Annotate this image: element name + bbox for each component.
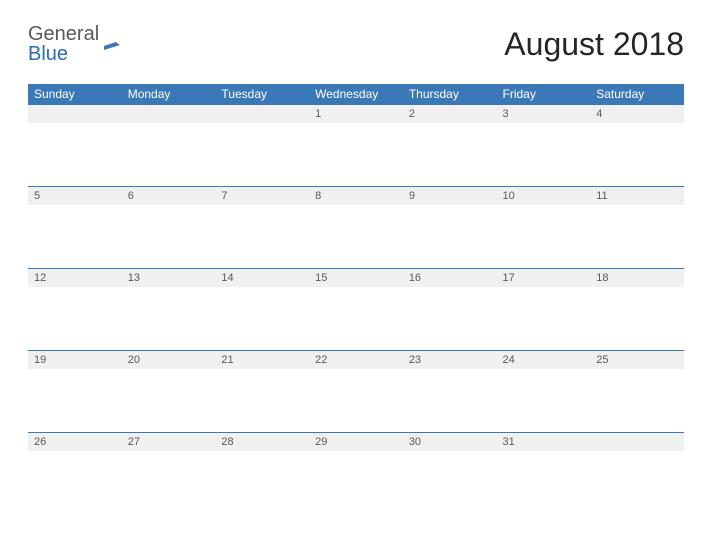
day-number: 27 [122,432,216,451]
day-number: 3 [497,104,591,123]
day-number: 11 [590,186,684,205]
day-cell: . [28,104,122,186]
day-cell: 18 [590,268,684,350]
day-cell: 28 [215,432,309,514]
day-number: 29 [309,432,403,451]
day-number: 17 [497,268,591,287]
day-cell: 20 [122,350,216,432]
day-cell: 10 [497,186,591,268]
day-number: 20 [122,350,216,369]
day-cell: 8 [309,186,403,268]
day-number: 26 [28,432,122,451]
day-number: 19 [28,350,122,369]
day-cell: 21 [215,350,309,432]
day-number: 5 [28,186,122,205]
day-number: 1 [309,104,403,123]
day-number: 12 [28,268,122,287]
day-cell: 7 [215,186,309,268]
day-number: 15 [309,268,403,287]
day-number: 24 [497,350,591,369]
day-number: 21 [215,350,309,369]
day-cell: 17 [497,268,591,350]
day-cell: 14 [215,268,309,350]
logo-text-general: General [28,23,99,45]
day-number: 31 [497,432,591,451]
day-header: Friday [497,84,591,104]
day-cell: 1 [309,104,403,186]
day-number: 23 [403,350,497,369]
week-row: 12131415161718 [28,268,684,350]
triangle-icon [103,33,121,56]
day-cell: . [215,104,309,186]
day-header: Monday [122,84,216,104]
week-row: 19202122232425 [28,350,684,432]
day-number: 16 [403,268,497,287]
day-header: Wednesday [309,84,403,104]
day-number: 2 [403,104,497,123]
day-header: Sunday [28,84,122,104]
day-header-row: Sunday Monday Tuesday Wednesday Thursday… [28,84,684,104]
day-cell: 16 [403,268,497,350]
day-cell: 2 [403,104,497,186]
day-cell: . [590,432,684,514]
day-number: 22 [309,350,403,369]
day-number: . [215,104,309,123]
logo: General Blue [28,24,121,64]
day-header: Tuesday [215,84,309,104]
day-number: 30 [403,432,497,451]
day-number: . [590,432,684,451]
day-number: . [122,104,216,123]
day-number: 6 [122,186,216,205]
day-number: 4 [590,104,684,123]
day-cell: 22 [309,350,403,432]
day-number: 10 [497,186,591,205]
day-cell: 11 [590,186,684,268]
day-cell: 27 [122,432,216,514]
day-number: 18 [590,268,684,287]
day-number: 13 [122,268,216,287]
week-row: 262728293031. [28,432,684,514]
day-number: 28 [215,432,309,451]
day-cell: 31 [497,432,591,514]
day-cell: 3 [497,104,591,186]
day-cell: 26 [28,432,122,514]
day-cell: 30 [403,432,497,514]
day-cell: 9 [403,186,497,268]
day-number: 7 [215,186,309,205]
day-number: 9 [403,186,497,205]
day-cell: 4 [590,104,684,186]
day-header: Saturday [590,84,684,104]
day-number: 8 [309,186,403,205]
calendar-table: Sunday Monday Tuesday Wednesday Thursday… [28,84,684,514]
day-cell: 23 [403,350,497,432]
week-row: 567891011 [28,186,684,268]
calendar-body: ...1234567891011121314151617181920212223… [28,104,684,514]
day-cell: 13 [122,268,216,350]
day-cell: 15 [309,268,403,350]
day-cell: 5 [28,186,122,268]
logo-text-blue: Blue [28,43,68,65]
header: General Blue August 2018 [28,24,684,64]
week-row: ...1234 [28,104,684,186]
day-cell: 24 [497,350,591,432]
calendar-title: August 2018 [504,26,684,63]
day-cell: 12 [28,268,122,350]
day-cell: 19 [28,350,122,432]
day-cell: 6 [122,186,216,268]
day-number: . [28,104,122,123]
day-cell: . [122,104,216,186]
day-number: 25 [590,350,684,369]
day-cell: 29 [309,432,403,514]
day-cell: 25 [590,350,684,432]
day-number: 14 [215,268,309,287]
day-header: Thursday [403,84,497,104]
